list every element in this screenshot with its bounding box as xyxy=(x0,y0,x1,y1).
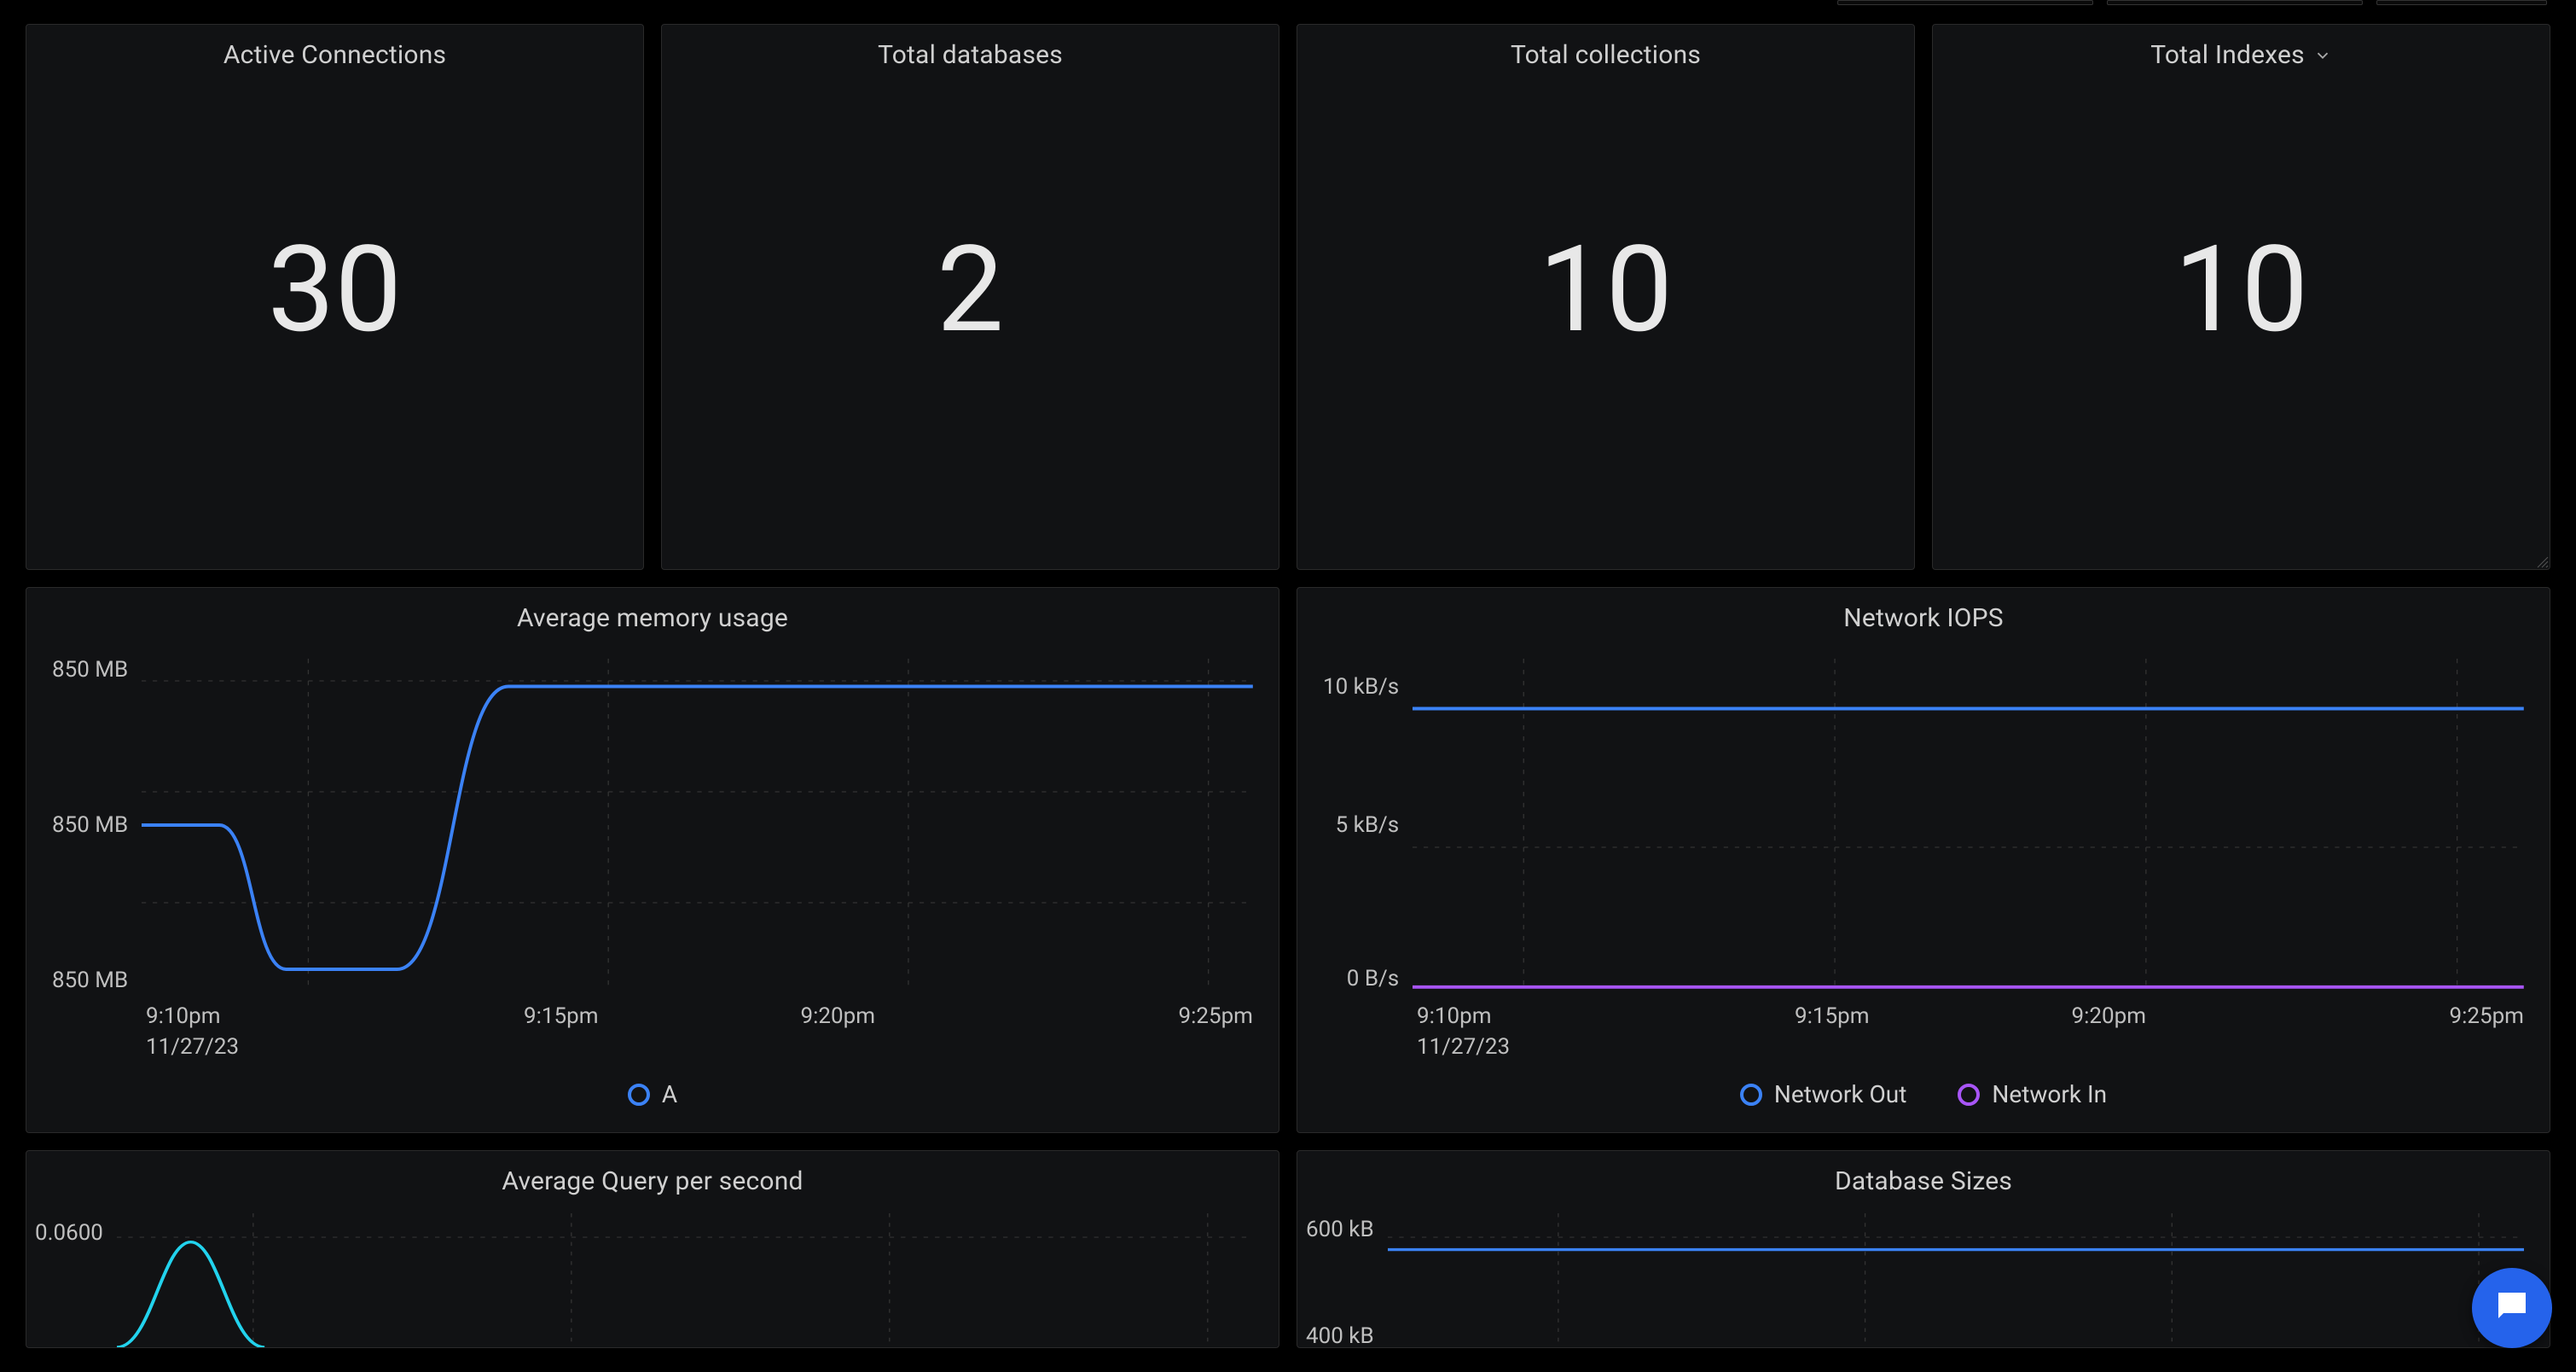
toolbar xyxy=(26,0,2550,7)
legend: Network Out Network In xyxy=(1323,1060,2524,1132)
x-axis: 9:10pm11/27/23 9:15pm 9:20pm 9:25pm xyxy=(52,1003,1253,1060)
stat-value: 10 xyxy=(1539,220,1673,360)
legend-item-network-in[interactable]: Network In xyxy=(1958,1080,2107,1108)
legend: A xyxy=(52,1060,1253,1132)
stat-panel-active-connections[interactable]: Active Connections 30 xyxy=(26,24,644,570)
stat-title: Total databases xyxy=(662,25,1279,78)
legend-swatch-icon xyxy=(628,1084,650,1106)
legend-item-a[interactable]: A xyxy=(628,1080,677,1108)
stat-value: 30 xyxy=(268,220,402,360)
stat-panel-total-databases[interactable]: Total databases 2 xyxy=(661,24,1279,570)
chart-plot-qps[interactable] xyxy=(117,1213,1253,1347)
y-axis: 10 kB/s 5 kB/s 0 B/s xyxy=(1323,659,1413,991)
stat-panel-total-collections[interactable]: Total collections 10 xyxy=(1297,24,1915,570)
chat-button[interactable] xyxy=(2472,1268,2552,1348)
chart-plot-memory[interactable] xyxy=(142,659,1253,991)
toolbar-slot-2[interactable] xyxy=(2107,0,2363,5)
stat-panel-total-indexes[interactable]: Total Indexes 10 xyxy=(1932,24,2550,570)
chart-title: Network IOPS xyxy=(1297,588,2550,642)
legend-swatch-icon xyxy=(1958,1084,1980,1106)
legend-swatch-icon xyxy=(1740,1084,1762,1106)
chat-icon xyxy=(2492,1286,2532,1330)
stat-title[interactable]: Total Indexes xyxy=(1933,25,2550,78)
chart-title: Average memory usage xyxy=(26,588,1279,642)
stat-row: Active Connections 30 Total databases 2 … xyxy=(26,24,2550,570)
y-axis: 600 kB 400 kB xyxy=(1306,1213,1388,1347)
chart-panel-memory[interactable]: Average memory usage 850 MB 850 MB 850 M… xyxy=(26,587,1279,1133)
y-axis: 0.0600 xyxy=(35,1213,117,1347)
stat-value: 10 xyxy=(2174,220,2308,360)
chart-row-2: Average Query per second 0.0600 xyxy=(26,1150,2550,1348)
stat-title: Total collections xyxy=(1297,25,1914,78)
chart-title: Average Query per second xyxy=(26,1151,1279,1205)
toolbar-slot-3[interactable] xyxy=(2376,0,2547,5)
toolbar-slot-1[interactable] xyxy=(1837,0,2093,5)
y-axis: 850 MB 850 MB 850 MB xyxy=(52,659,142,991)
chart-panel-dbsize[interactable]: Database Sizes 600 kB 400 kB xyxy=(1297,1150,2550,1348)
legend-item-network-out[interactable]: Network Out xyxy=(1740,1080,1906,1108)
chart-plot-dbsize[interactable] xyxy=(1388,1213,2524,1347)
chart-row-1: Average memory usage 850 MB 850 MB 850 M… xyxy=(26,587,2550,1133)
stat-value: 2 xyxy=(937,220,1004,360)
x-axis: 9:10pm11/27/23 9:15pm 9:20pm 9:25pm xyxy=(1323,1003,2524,1060)
chart-title: Database Sizes xyxy=(1297,1151,2550,1205)
chart-panel-iops[interactable]: Network IOPS 10 kB/s 5 kB/s 0 B/s xyxy=(1297,587,2550,1133)
chart-panel-qps[interactable]: Average Query per second 0.0600 xyxy=(26,1150,1279,1348)
resize-grip-icon[interactable] xyxy=(2536,555,2550,569)
chart-plot-iops[interactable] xyxy=(1413,659,2524,991)
chevron-down-icon[interactable] xyxy=(2313,46,2332,65)
stat-title: Active Connections xyxy=(26,25,643,78)
